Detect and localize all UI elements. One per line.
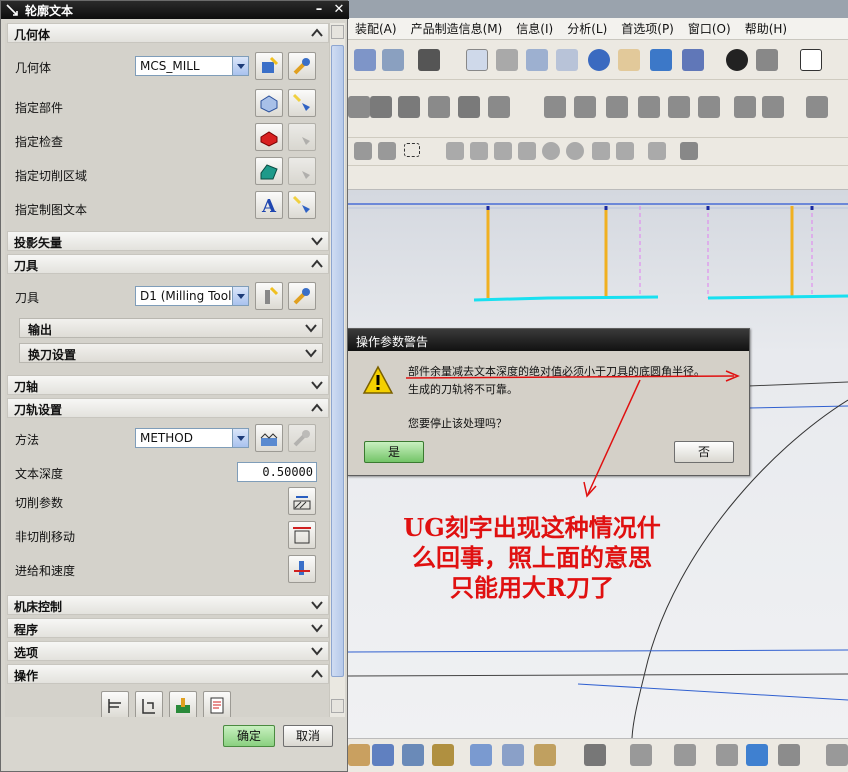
annotation-arrows (405, 370, 740, 498)
annotation-line3: 只能用大R刀了 (450, 573, 614, 602)
